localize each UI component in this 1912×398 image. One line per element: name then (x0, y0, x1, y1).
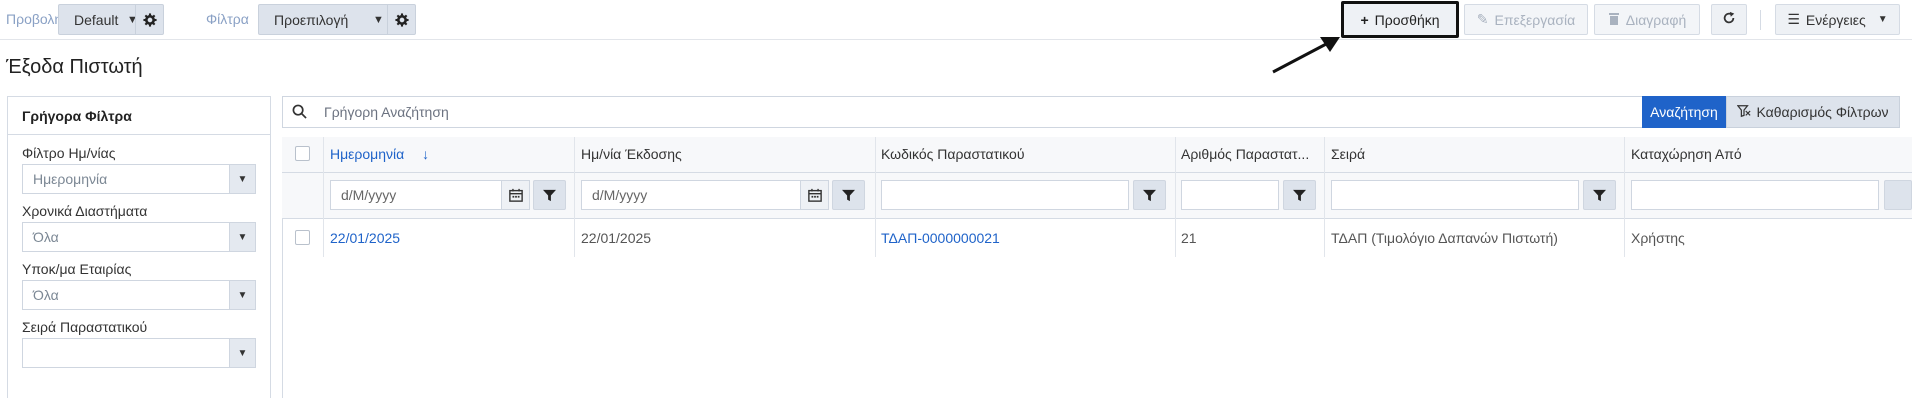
chevron-down-icon: ▼ (373, 14, 384, 26)
clear-filters-label: Καθαρισμός Φίλτρων (1756, 104, 1889, 120)
actions-menu-label: Ενέργειες (1805, 11, 1866, 28)
filter-funnel-icon[interactable] (1133, 180, 1166, 210)
actions-menu-button[interactable]: ☰ Ενέργειες ▼ (1775, 4, 1900, 35)
company-branch-select[interactable]: Όλα ▼ (22, 280, 256, 310)
select-all-checkbox[interactable] (295, 146, 310, 161)
row-checkbox[interactable] (295, 230, 310, 245)
delete-button[interactable]: Διαγραφή (1594, 4, 1700, 35)
date-filter-label: Φίλτρο Ημ/νίας (22, 145, 116, 161)
quick-search-input[interactable] (322, 100, 1622, 124)
column-divider (574, 137, 575, 257)
search-icon (292, 104, 307, 123)
time-periods-value: Όλα (33, 229, 59, 245)
date-filter-value: Ημερομηνία (33, 171, 108, 187)
column-divider (1624, 137, 1625, 257)
sort-desc-icon: ↓ (422, 146, 430, 162)
view-select[interactable]: Default ▼ (58, 4, 164, 35)
gear-icon[interactable] (135, 5, 163, 34)
issue-date-filter-input[interactable] (581, 180, 801, 210)
row-entered-by: Χρήστης (1631, 230, 1685, 246)
column-divider (1175, 137, 1176, 257)
edit-button[interactable]: ✎ Επεξεργασία (1464, 4, 1588, 35)
document-series-label: Σειρά Παραστατικού (22, 319, 148, 335)
row-series: ΤΔΑΠ (Τιμολόγιο Δαπανών Πιστωτή) (1331, 230, 1558, 246)
column-divider (875, 137, 876, 257)
column-header-document-number[interactable]: Αριθμός Παραστατ... (1181, 146, 1321, 162)
filter-funnel-icon[interactable] (533, 180, 566, 210)
column-header-date[interactable]: Ημερομηνία ↓ (330, 146, 560, 162)
entered-by-filter-input[interactable] (1631, 180, 1879, 210)
refresh-icon (1722, 11, 1736, 28)
column-header-series[interactable]: Σειρά (1331, 146, 1611, 162)
pencil-icon: ✎ (1476, 11, 1489, 27)
delete-button-label: Διαγραφή (1625, 11, 1687, 28)
column-header-document-code[interactable]: Κωδικός Παραστατικού (881, 146, 1161, 162)
quick-filters-title: Γρήγορα Φίλτρα (8, 97, 270, 135)
filter-funnel-icon[interactable] (1583, 180, 1616, 210)
edit-button-label: Επεξεργασία (1494, 11, 1576, 28)
quick-filters-panel: Γρήγορα Φίλτρα Φίλτρο Ημ/νίας Ημερομηνία… (7, 96, 271, 398)
annotation-arrow-icon (1272, 37, 1340, 74)
date-filter-input[interactable] (330, 180, 502, 210)
plus-icon: + (1360, 11, 1369, 28)
column-header-date-label: Ημερομηνία (330, 146, 405, 162)
company-branch-value: Όλα (33, 287, 59, 303)
calendar-icon[interactable] (502, 180, 530, 210)
toolbar-divider (1760, 10, 1761, 30)
time-periods-select[interactable]: Όλα ▼ (22, 222, 256, 252)
page-title: Έξοδα Πιστωτή (6, 56, 143, 78)
document-number-filter-input[interactable] (1181, 180, 1279, 210)
chevron-down-icon: ▼ (1877, 14, 1888, 25)
trash-icon (1608, 12, 1620, 28)
add-button[interactable]: + Προσθήκη (1341, 1, 1459, 38)
view-select-value: Default (74, 11, 119, 28)
add-button-label: Προσθήκη (1374, 11, 1440, 28)
series-filter-input[interactable] (1331, 180, 1579, 210)
refresh-button[interactable] (1711, 4, 1747, 35)
clear-filters-button[interactable]: Καθαρισμός Φίλτρων (1726, 96, 1900, 128)
filter-funnel-icon[interactable] (1283, 180, 1316, 210)
chevron-down-icon: ▼ (229, 339, 255, 367)
menu-icon: ☰ (1787, 11, 1800, 27)
chevron-down-icon: ▼ (229, 281, 255, 309)
filters-select[interactable]: Προεπιλογή ▼ (258, 4, 416, 35)
filter-funnel-icon[interactable] (1884, 180, 1912, 210)
filter-funnel-icon[interactable] (832, 180, 865, 210)
date-filter-select[interactable]: Ημερομηνία ▼ (22, 164, 256, 194)
filters-label: Φίλτρα (206, 11, 249, 27)
view-label: Προβολή (6, 11, 63, 27)
column-divider (1324, 137, 1325, 257)
clear-filter-icon (1737, 104, 1752, 121)
chevron-down-icon: ▼ (229, 223, 255, 251)
calendar-icon[interactable] (801, 180, 829, 210)
column-divider (323, 137, 324, 257)
time-periods-label: Χρονικά Διαστήματα (22, 203, 148, 219)
chevron-down-icon: ▼ (229, 165, 255, 193)
row-date-link[interactable]: 22/01/2025 (330, 230, 400, 246)
document-series-select[interactable]: ▼ (22, 338, 256, 368)
filters-select-value: Προεπιλογή (274, 11, 349, 28)
column-header-issue-date[interactable]: Ημ/νία Έκδοσης (581, 146, 861, 162)
document-code-filter-input[interactable] (881, 180, 1129, 210)
row-issue-date: 22/01/2025 (581, 230, 652, 246)
row-document-number: 21 (1181, 230, 1197, 246)
gear-icon[interactable] (387, 5, 415, 34)
column-header-entered-by[interactable]: Καταχώρηση Από (1631, 146, 1901, 162)
company-branch-label: Υποκ/μα Εταιρίας (22, 261, 132, 277)
row-document-code-link[interactable]: ΤΔΑΠ-0000000021 (881, 230, 1000, 246)
search-button[interactable]: Αναζήτηση (1642, 96, 1726, 128)
